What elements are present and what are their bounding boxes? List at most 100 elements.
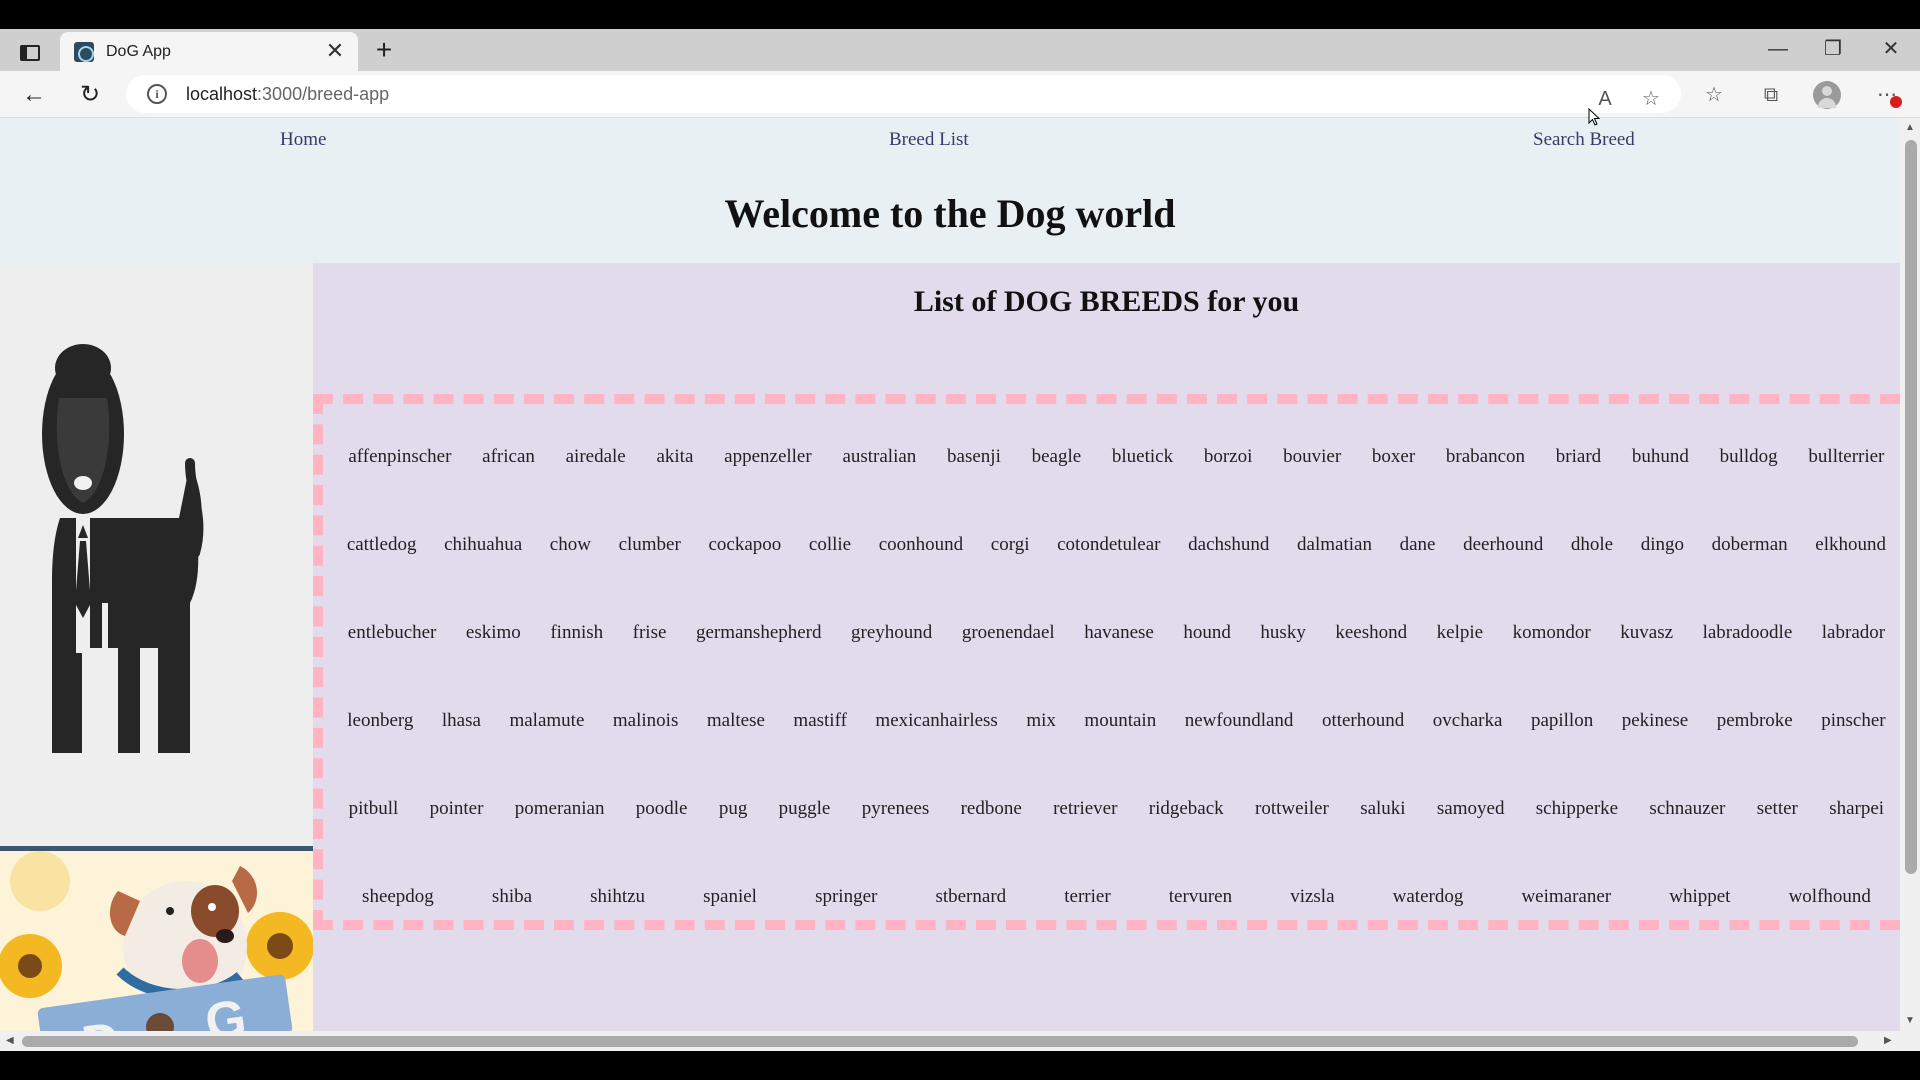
breed-item[interactable]: sheepdog: [362, 886, 434, 908]
breed-item[interactable]: samoyed: [1437, 798, 1505, 820]
breed-item[interactable]: germanshepherd: [696, 622, 822, 644]
breed-item[interactable]: deerhound: [1463, 534, 1543, 556]
breed-item[interactable]: akita: [656, 446, 693, 468]
breed-item[interactable]: pug: [719, 798, 748, 820]
breed-item[interactable]: papillon: [1531, 710, 1593, 732]
vertical-scrollbar[interactable]: ▲ ▼: [1900, 118, 1920, 1031]
breed-item[interactable]: mexicanhairless: [875, 710, 997, 732]
breed-item[interactable]: boxer: [1372, 446, 1415, 468]
breed-item[interactable]: redbone: [961, 798, 1022, 820]
breed-item[interactable]: dachshund: [1188, 534, 1269, 556]
breed-item[interactable]: hound: [1183, 622, 1231, 644]
vertical-scroll-thumb[interactable]: [1905, 140, 1917, 874]
maximize-button[interactable]: ❐: [1813, 34, 1853, 64]
breed-item[interactable]: setter: [1757, 798, 1798, 820]
breed-item[interactable]: cotondetulear: [1057, 534, 1160, 556]
breed-item[interactable]: waterdog: [1393, 886, 1464, 908]
breed-item[interactable]: cattledog: [347, 534, 417, 556]
add-favorite-icon[interactable]: ☆: [1635, 83, 1667, 115]
tab-dog-app[interactable]: DoG App ✕: [60, 32, 358, 71]
breed-item[interactable]: shiba: [492, 886, 532, 908]
breed-item[interactable]: pointer: [430, 798, 484, 820]
back-button[interactable]: ←: [18, 79, 50, 111]
breed-item[interactable]: beagle: [1032, 446, 1082, 468]
breed-item[interactable]: mastiff: [793, 710, 846, 732]
breed-item[interactable]: collie: [809, 534, 851, 556]
horizontal-scrollbar[interactable]: ◀ ▶: [0, 1031, 1900, 1051]
breed-item[interactable]: buhund: [1632, 446, 1689, 468]
breed-item[interactable]: appenzeller: [724, 446, 812, 468]
site-info-icon[interactable]: i: [147, 84, 167, 104]
breed-item[interactable]: pekinese: [1622, 710, 1688, 732]
breed-item[interactable]: cockapoo: [708, 534, 781, 556]
breed-item[interactable]: chow: [550, 534, 591, 556]
breed-item[interactable]: terrier: [1064, 886, 1110, 908]
breed-item[interactable]: husky: [1260, 622, 1305, 644]
breed-item[interactable]: elkhound: [1815, 534, 1886, 556]
url-text[interactable]: localhost:3000/breed-app: [186, 84, 389, 105]
breed-item[interactable]: bouvier: [1283, 446, 1341, 468]
breed-item[interactable]: whippet: [1669, 886, 1730, 908]
breed-item[interactable]: dane: [1400, 534, 1436, 556]
nav-search-breed-link[interactable]: Search Breed: [1533, 129, 1635, 151]
breed-item[interactable]: lhasa: [442, 710, 481, 732]
reload-button[interactable]: ↻: [74, 79, 106, 111]
breed-item[interactable]: mountain: [1084, 710, 1156, 732]
breed-item[interactable]: chihuahua: [444, 534, 522, 556]
breed-item[interactable]: bulldog: [1720, 446, 1778, 468]
breed-item[interactable]: clumber: [619, 534, 681, 556]
breed-item[interactable]: dalmatian: [1297, 534, 1372, 556]
url-field[interactable]: i localhost:3000/breed-app A ☆: [126, 75, 1681, 113]
breed-item[interactable]: airedale: [566, 446, 626, 468]
breed-item[interactable]: keeshond: [1335, 622, 1407, 644]
breed-item[interactable]: briard: [1556, 446, 1601, 468]
breed-item[interactable]: mix: [1026, 710, 1056, 732]
breed-item[interactable]: australian: [842, 446, 916, 468]
favorites-icon[interactable]: ☆: [1698, 79, 1730, 111]
breed-item[interactable]: vizsla: [1290, 886, 1334, 908]
close-tab-icon[interactable]: ✕: [324, 40, 346, 62]
breed-item[interactable]: schnauzer: [1649, 798, 1725, 820]
breed-item[interactable]: pinscher: [1821, 710, 1885, 732]
breed-item[interactable]: brabancon: [1446, 446, 1525, 468]
breed-item[interactable]: dhole: [1571, 534, 1613, 556]
breed-item[interactable]: african: [482, 446, 535, 468]
breed-item[interactable]: bluetick: [1112, 446, 1173, 468]
tab-actions-button[interactable]: [12, 37, 48, 69]
minimize-button[interactable]: —: [1758, 34, 1798, 64]
scroll-right-icon[interactable]: ▶: [1884, 1035, 1892, 1046]
scroll-up-icon[interactable]: ▲: [1905, 122, 1915, 133]
breed-item[interactable]: puggle: [779, 798, 831, 820]
breed-item[interactable]: havanese: [1084, 622, 1154, 644]
breed-item[interactable]: pembroke: [1717, 710, 1793, 732]
breed-item[interactable]: borzoi: [1204, 446, 1253, 468]
breed-item[interactable]: saluki: [1360, 798, 1405, 820]
breed-item[interactable]: wolfhound: [1789, 886, 1871, 908]
breed-item[interactable]: dingo: [1641, 534, 1684, 556]
breed-item[interactable]: pitbull: [349, 798, 399, 820]
scroll-down-icon[interactable]: ▼: [1905, 1015, 1915, 1026]
breed-item[interactable]: labrador: [1822, 622, 1885, 644]
breed-item[interactable]: pyrenees: [862, 798, 930, 820]
breed-item[interactable]: frise: [633, 622, 667, 644]
horizontal-scroll-thumb[interactable]: [22, 1036, 1858, 1047]
breed-item[interactable]: retriever: [1053, 798, 1117, 820]
breed-item[interactable]: komondor: [1513, 622, 1591, 644]
breed-item[interactable]: tervuren: [1169, 886, 1232, 908]
breed-item[interactable]: kuvasz: [1620, 622, 1673, 644]
breed-item[interactable]: greyhound: [851, 622, 932, 644]
breed-item[interactable]: maltese: [707, 710, 765, 732]
breed-item[interactable]: coonhound: [879, 534, 963, 556]
breed-item[interactable]: sharpei: [1829, 798, 1884, 820]
breed-item[interactable]: weimaraner: [1521, 886, 1611, 908]
breed-item[interactable]: ovcharka: [1433, 710, 1503, 732]
scroll-left-icon[interactable]: ◀: [6, 1035, 14, 1046]
breed-item[interactable]: pomeranian: [515, 798, 605, 820]
breed-item[interactable]: finnish: [550, 622, 603, 644]
breed-item[interactable]: doberman: [1712, 534, 1788, 556]
breed-item[interactable]: spaniel: [703, 886, 757, 908]
breed-item[interactable]: rottweiler: [1255, 798, 1329, 820]
breed-item[interactable]: newfoundland: [1185, 710, 1294, 732]
breed-item[interactable]: entlebucher: [348, 622, 437, 644]
breed-item[interactable]: bullterrier: [1808, 446, 1884, 468]
